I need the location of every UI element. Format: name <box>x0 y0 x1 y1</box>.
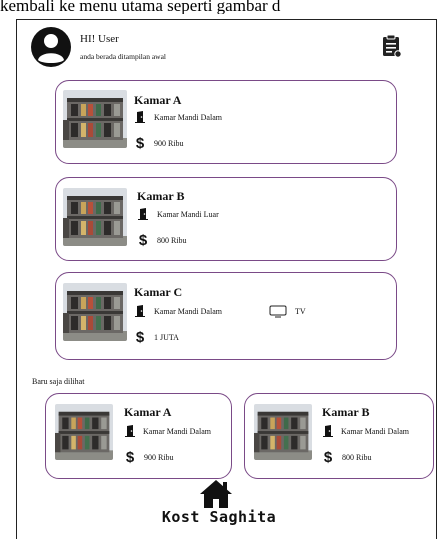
recent-b-price-row: $ 800 Ribu <box>322 449 372 466</box>
room-b-price-text: 800 Ribu <box>157 236 187 245</box>
room-c-price-text: 1 JUTA <box>154 333 179 342</box>
recently-viewed-label: Baru saja dilihat <box>32 377 85 386</box>
recent-b-price-text: 800 Ribu <box>342 453 372 462</box>
door-icon <box>125 425 135 437</box>
recent-a-price-row: $ 900 Ribu <box>124 449 174 466</box>
room-c-title: Kamar C <box>134 285 183 299</box>
recent-b-photo <box>254 404 312 460</box>
recent-a-photo <box>55 404 113 460</box>
greeting-subtitle: anda berada ditampilan awal <box>80 52 167 61</box>
door-icon <box>135 305 145 317</box>
room-c-tv-text: TV <box>295 307 306 316</box>
room-a-title: Kamar A <box>134 93 182 107</box>
page-caption: kembali ke menu utama seperti gambar d <box>0 0 281 14</box>
tv-icon <box>269 305 287 318</box>
recent-a-title: Kamar A <box>124 405 172 419</box>
clipboard-icon[interactable] <box>382 34 402 58</box>
room-b-price-row: $ 800 Ribu <box>137 232 187 249</box>
dollar-icon: $ <box>135 135 145 152</box>
room-b-bathroom-text: Kamar Mandi Luar <box>157 209 219 219</box>
dollar-icon: $ <box>125 449 135 466</box>
room-a-price-row: $ 900 Ribu <box>134 135 184 152</box>
room-b-bathroom-row: Kamar Mandi Luar <box>137 208 219 220</box>
room-a-bathroom-row: Kamar Mandi Dalam <box>134 111 222 123</box>
door-icon <box>323 425 333 437</box>
recent-b-bathroom-row: Kamar Mandi Dalam <box>322 425 409 437</box>
recent-a-price-text: 900 Ribu <box>144 453 174 462</box>
dollar-icon: $ <box>138 232 148 249</box>
room-a-photo <box>63 90 127 148</box>
room-b-photo <box>63 188 127 246</box>
recent-b-title: Kamar B <box>322 405 370 419</box>
room-b-title: Kamar B <box>137 189 185 203</box>
room-a-price-text: 900 Ribu <box>154 139 184 148</box>
dollar-icon: $ <box>135 329 145 346</box>
room-a-bathroom-text: Kamar Mandi Dalam <box>154 112 222 122</box>
home-icon[interactable] <box>199 478 233 510</box>
recent-b-bathroom-text: Kamar Mandi Dalam <box>341 426 409 436</box>
room-c-tv-row: TV <box>269 305 306 318</box>
room-c-bathroom-row: Kamar Mandi Dalam <box>134 305 222 317</box>
door-icon <box>135 111 145 123</box>
room-c-photo <box>63 283 127 341</box>
door-icon <box>138 208 148 220</box>
brand-name: Kost Saghita <box>161 508 277 526</box>
room-c-bathroom-text: Kamar Mandi Dalam <box>154 306 222 316</box>
recent-a-bathroom-row: Kamar Mandi Dalam <box>124 425 211 437</box>
recent-a-bathroom-text: Kamar Mandi Dalam <box>143 426 211 436</box>
user-avatar-icon[interactable] <box>30 26 72 68</box>
dollar-icon: $ <box>323 449 333 466</box>
room-c-price-row: $ 1 JUTA <box>134 329 179 346</box>
greeting-text: HI! User <box>80 33 119 45</box>
